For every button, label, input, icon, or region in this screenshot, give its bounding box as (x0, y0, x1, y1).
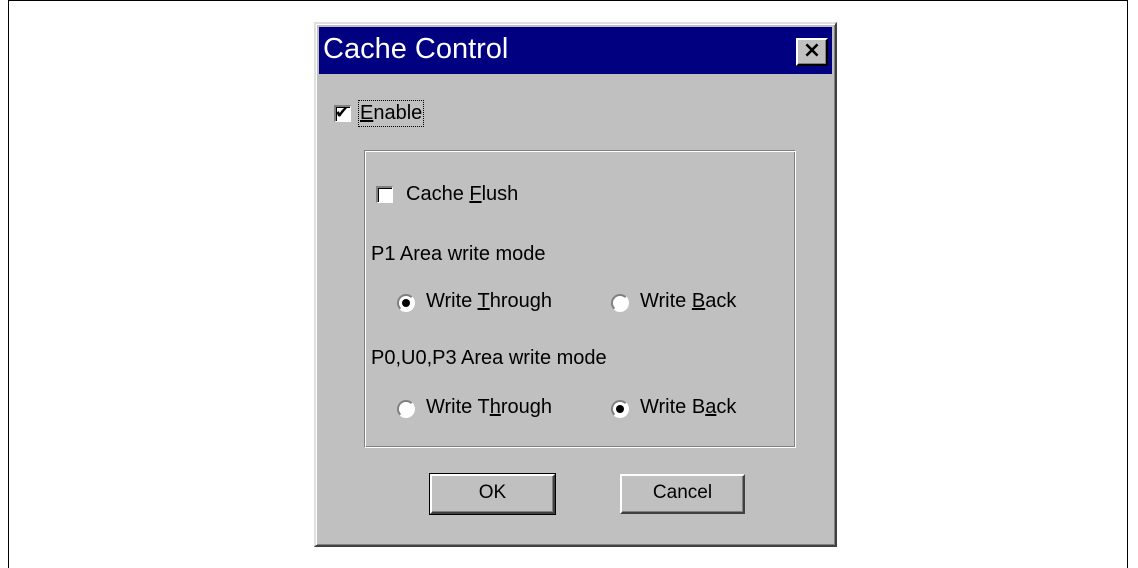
p1-write-back-radio[interactable] (611, 294, 629, 312)
enable-checkbox[interactable]: ✔ (334, 103, 351, 123)
radio-selected-dot (616, 405, 624, 413)
checkmark-icon: ✔ (335, 103, 350, 123)
p1-write-back-label[interactable]: Write Back (640, 290, 736, 313)
cache-options-group: Cache Flush P1 Area write mode Write Thr… (364, 150, 796, 448)
p0-write-back-radio[interactable] (611, 400, 629, 418)
cache-flush-label[interactable]: Cache Flush (406, 183, 518, 206)
cache-control-dialog: Cache Control × ✔ Enable Cache Flush P1 … (314, 22, 837, 547)
p1-write-through-label[interactable]: Write Through (426, 290, 552, 313)
radio-selected-dot (402, 299, 410, 307)
dialog-title: Cache Control (323, 33, 509, 65)
close-button[interactable]: × (796, 38, 828, 66)
p0-write-through-label[interactable]: Write Through (426, 396, 552, 419)
cancel-button[interactable]: Cancel (620, 474, 745, 514)
p0-write-back-label[interactable]: Write Back (640, 396, 736, 419)
p1-area-heading: P1 Area write mode (371, 243, 546, 265)
p0-area-heading: P0,U0,P3 Area write mode (371, 347, 607, 369)
enable-label[interactable]: Enable (357, 100, 425, 127)
close-icon: × (802, 38, 822, 63)
cache-flush-checkbox[interactable] (376, 186, 393, 203)
p1-write-through-radio[interactable] (397, 294, 415, 312)
p0-write-through-radio[interactable] (397, 400, 415, 418)
ok-button[interactable]: OK (429, 473, 556, 515)
title-bar[interactable]: Cache Control × (319, 27, 832, 74)
